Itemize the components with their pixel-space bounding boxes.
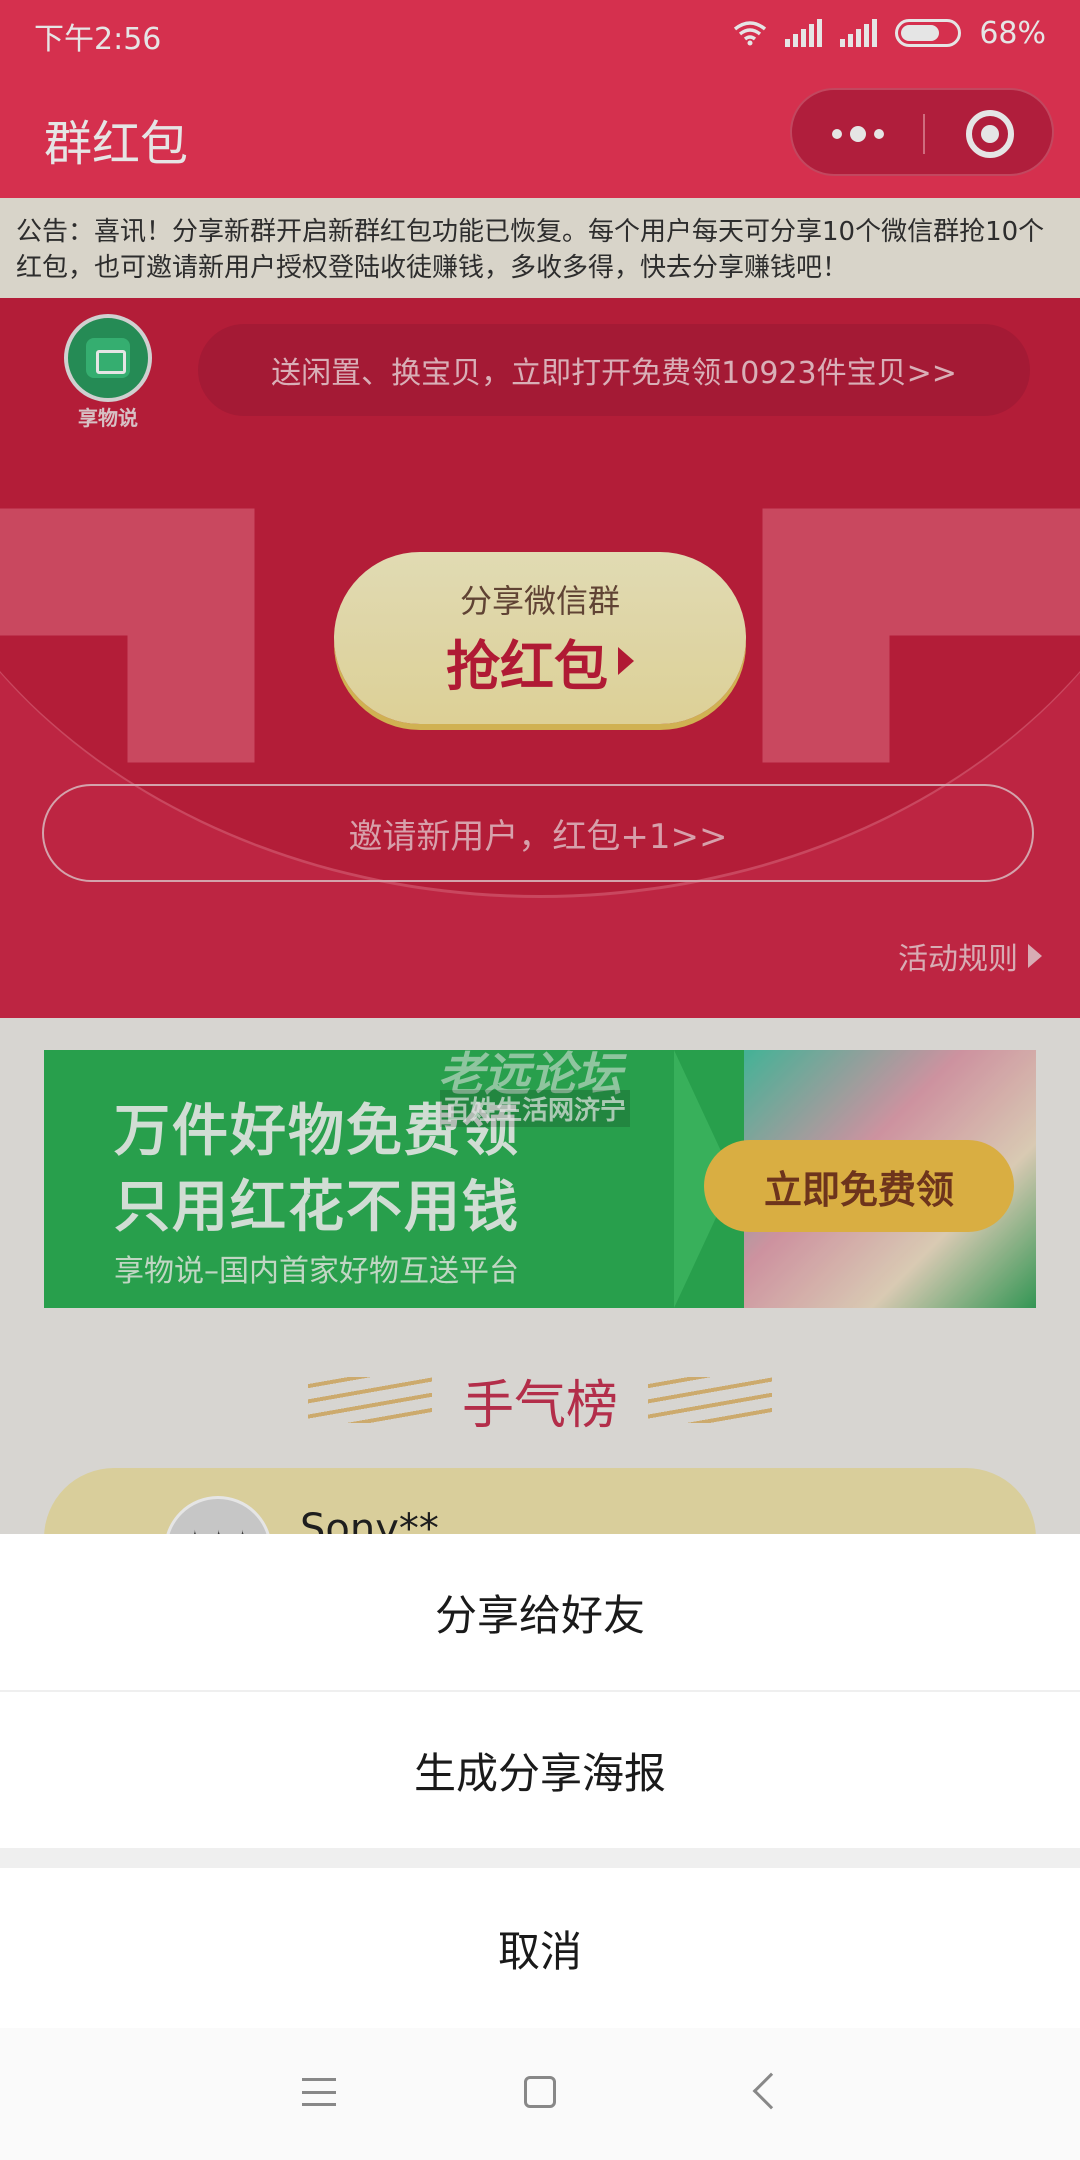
home-icon[interactable]	[524, 2076, 556, 2108]
cancel-button[interactable]: 取消	[0, 1868, 1080, 2028]
action-sheet: 分享给好友 生成分享海报 取消	[0, 1534, 1080, 2028]
back-icon[interactable]	[752, 2072, 790, 2110]
share-to-friend-button[interactable]: 分享给好友	[0, 1534, 1080, 1690]
menu-icon[interactable]	[302, 2078, 336, 2106]
modal-overlay[interactable]	[0, 0, 1080, 1534]
generate-poster-button[interactable]: 生成分享海报	[0, 1692, 1080, 1848]
system-nav-bar	[0, 2028, 1080, 2160]
